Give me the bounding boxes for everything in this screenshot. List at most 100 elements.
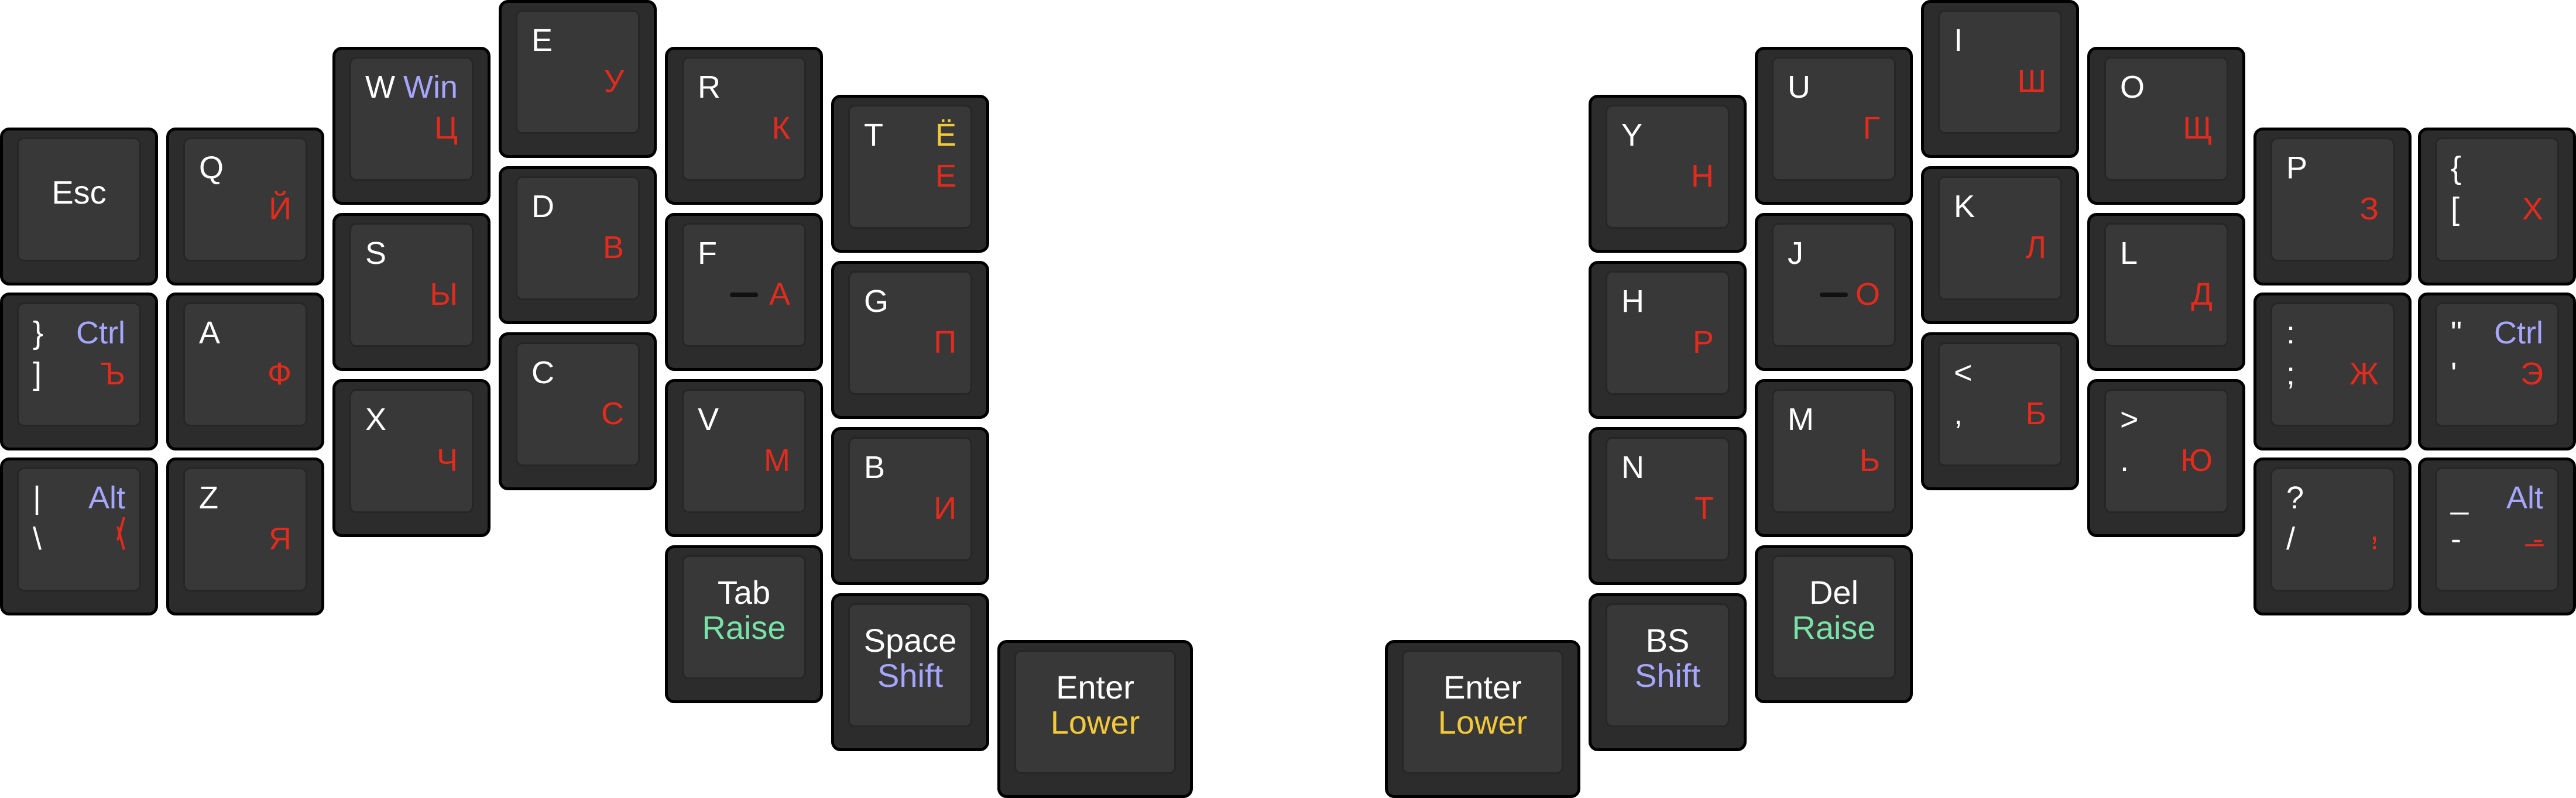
legend-center: Enter Lower [1404,652,1562,758]
legend-bl: ; [2286,356,2296,391]
key-i: IШ [1921,0,2079,158]
legend-tl: Z [199,480,218,515]
legend-br: П [934,325,956,360]
keycap-top: GП [848,271,972,395]
legend-tl: J [1788,236,1803,271]
key-tab: Tab Raise [665,545,823,703]
legend-br: А [769,277,790,312]
legend-br: Ы [430,277,458,312]
legend-br: Л [2025,230,2046,265]
legend-center: Space Shift [850,605,970,711]
legend-primary: Esc [52,174,107,211]
keycap-top: <, Б [1938,342,2062,466]
legend-br: Е [935,159,956,194]
legend-tl: G [864,284,889,319]
legend-tl: < [1954,355,1973,390]
legend-primary: Enter [1056,669,1134,706]
keycap-top: YН [1606,105,1730,229]
keycap-top: JО [1772,223,1896,347]
key-g: GП [831,261,989,419]
legend-br: Т [1695,491,1714,526]
legend-primary: BS [1645,622,1690,659]
legend-center: Tab Raise [684,557,804,663]
keycap-top: _ Alt - - _ [2435,467,2559,591]
keycap-top: FА [682,223,806,347]
keycap-top: NТ [1606,437,1730,561]
legend-tl: A [199,315,221,350]
legend-tl: F [698,236,717,271]
keycap-top: SЫ [349,223,474,347]
legend-tl: L [2120,236,2138,271]
keycap-top: >. Ю [2104,389,2228,513]
homing-bump [1820,293,1848,297]
legend-br: Э [2520,356,2543,391]
keycap-top: VМ [682,389,806,513]
legend-tr: Ctrl [2494,315,2543,350]
key-quote: " Ctrl ' Э [2418,293,2576,450]
homing-bump [730,293,758,297]
keycap-top: AФ [183,302,307,426]
keycap-top: BИ [848,437,972,561]
legend-layer: Raise [1792,609,1876,646]
legend-br: О [1855,277,1880,312]
legend-mr: _ [2525,512,2543,547]
key-q: QЙ [166,128,324,286]
key-e: EУ [499,0,657,158]
key-b: BИ [831,427,989,585]
legend-tl: B [864,450,886,485]
legend-tl: V [698,402,719,437]
legend-tl: : [2286,315,2296,350]
legend-tl: W [365,70,395,105]
legend-layer: Lower [1438,704,1528,741]
key-esc: Esc [0,128,158,286]
legend-br: Ь [1859,443,1880,478]
legend-layer: Shift [877,657,944,694]
key-enter-left: Enter Lower [997,640,1193,798]
legend-br: Б [2025,396,2046,431]
legend-bl: . [2120,443,2129,478]
legend-br: К [771,111,790,146]
legend-br: У [603,64,624,99]
keycap-top: HР [1606,271,1730,395]
keycap-top: T ЁЕ [848,105,972,229]
legend-br: Ж [2349,356,2379,391]
legend-primary: Tab [717,574,771,611]
legend-center: Enter Lower [1016,652,1174,758]
legend-primary: Del [1809,574,1859,611]
legend-tl: E [531,23,553,58]
legend-tl: K [1954,189,1975,224]
legend-br: Ю [2180,443,2213,478]
keycap-top: Del Raise [1772,555,1896,679]
legend-br: Н [1691,159,1714,194]
legend-tl: _ [2451,480,2469,515]
key-comma: <, Б [1921,332,2079,490]
legend-br: Ш [2017,64,2047,99]
key-d: DВ [499,166,657,324]
keycap-top: " Ctrl ' Э [2435,302,2559,426]
legend-bl: ' [2451,356,2457,391]
keycap-top: RК [682,57,806,181]
key-c: CС [499,332,657,490]
key-u: UГ [1755,47,1913,205]
key-s: SЫ [332,213,490,371]
key-bs: BS Shift [1589,593,1747,751]
keycap-top: CС [516,342,640,466]
legend-br: Ъ [100,356,125,391]
legend-tl: H [1621,284,1644,319]
keycap-top: W Win Ц [349,57,474,181]
legend-tl: > [2120,402,2139,437]
legend-layer: Lower [1050,704,1140,741]
legend-bl: [ [2451,191,2460,226]
legend-center: BS Shift [1607,605,1728,711]
legend-br: Ц [434,111,458,146]
keycap-top: OЩ [2104,57,2228,181]
keycap-top: Space Shift [848,603,972,727]
key-l: LД [2087,213,2245,371]
legend-br: И [934,491,956,526]
keycap-top: ZЯ [183,467,307,591]
key-h: HР [1589,261,1747,419]
key-a: AФ [166,293,324,450]
keycap-top: MЬ [1772,389,1896,513]
legend-br: Д [2191,277,2213,312]
legend-bl: ] [33,356,42,391]
